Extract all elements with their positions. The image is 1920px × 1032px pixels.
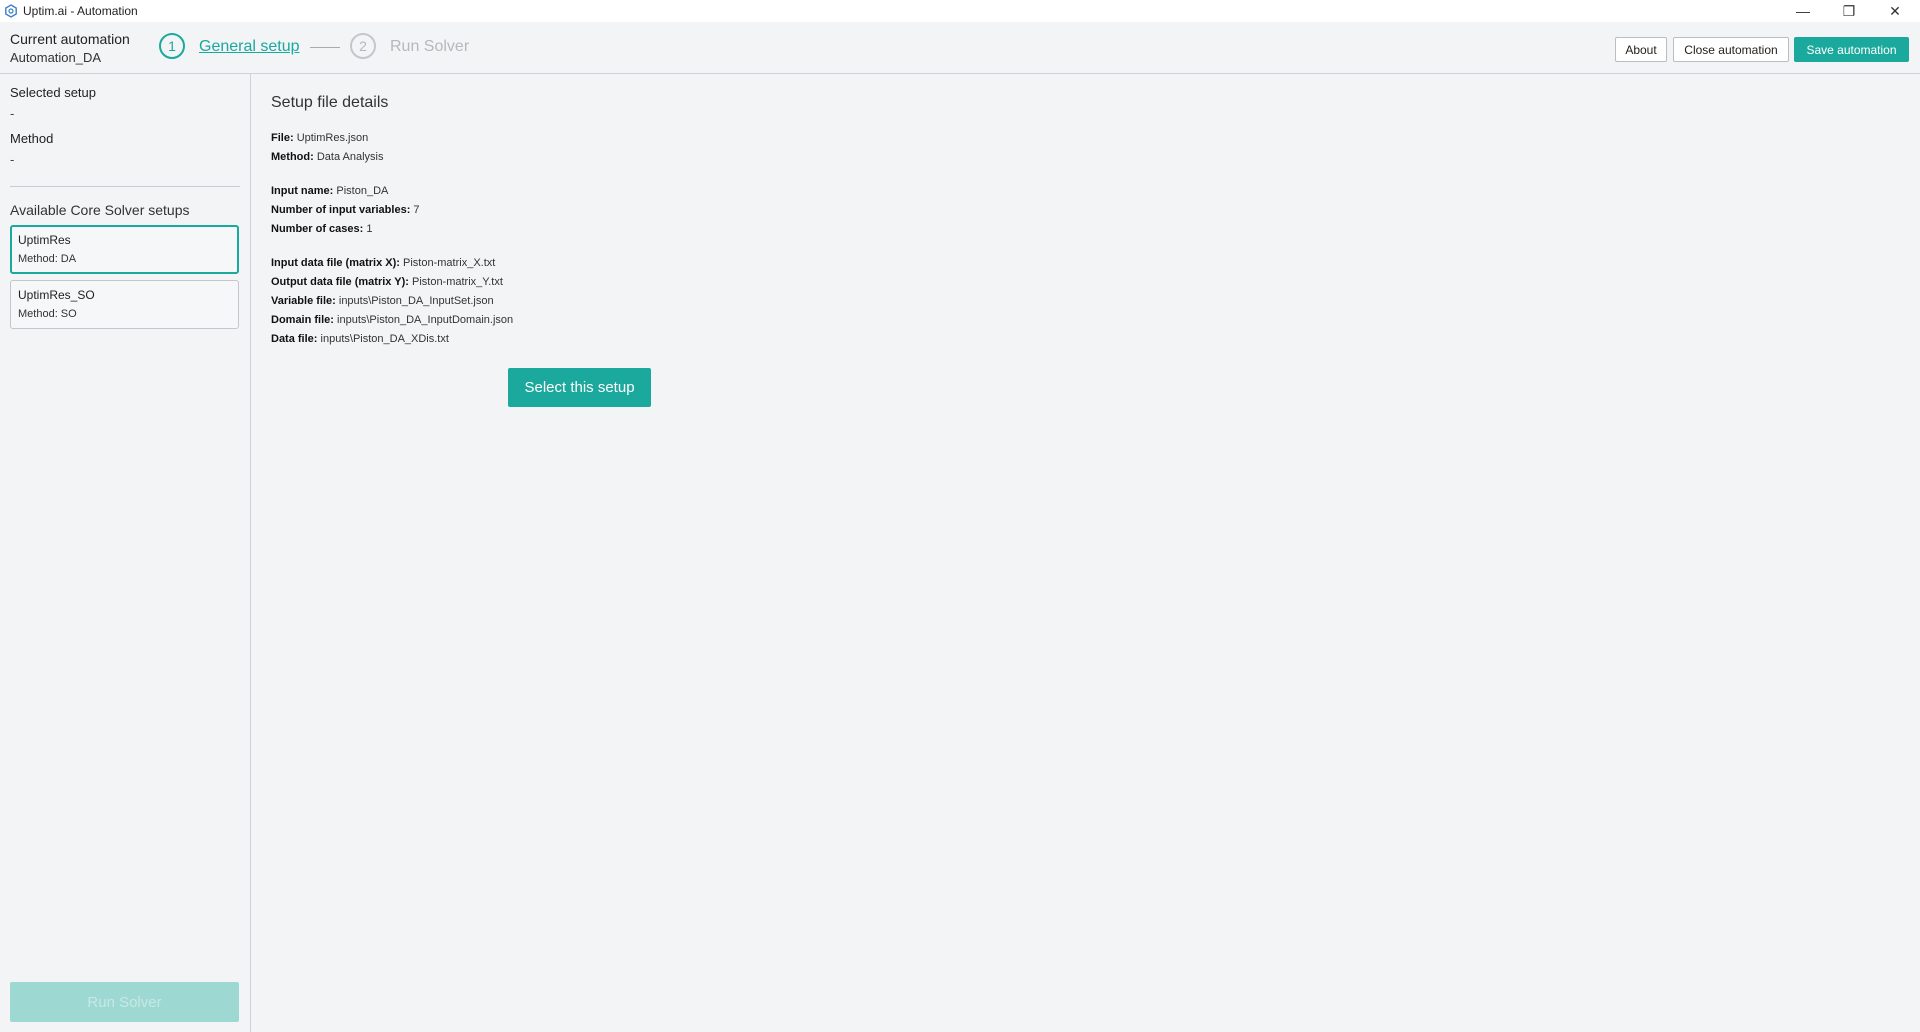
- detail-key: Input name:: [271, 185, 334, 197]
- detail-key: Number of cases:: [271, 223, 364, 235]
- detail-key: Domain file:: [271, 314, 334, 326]
- sidebar-divider: [10, 186, 240, 187]
- detail-value: 1: [366, 223, 373, 235]
- setup-details-title: Setup file details: [271, 94, 389, 111]
- step-general-setup[interactable]: General setup: [199, 38, 300, 56]
- restore-icon[interactable]: ❐: [1826, 0, 1872, 22]
- selected-setup-label: Selected setup: [10, 85, 97, 100]
- setup-card-uptimres-so[interactable]: UptimRes_SO Method: SO: [10, 280, 239, 329]
- detail-key: Number of input variables:: [271, 204, 411, 216]
- detail-value: inputs\Piston_DA_InputSet.json: [338, 295, 494, 307]
- close-automation-button[interactable]: Close automation: [1673, 37, 1789, 62]
- detail-file: File: UptimRes.json: [271, 132, 368, 144]
- available-setups-label: Available Core Solver setups: [10, 202, 190, 218]
- detail-data-file: Data file: inputs\Piston_DA_XDis.txt: [271, 333, 449, 345]
- setup-card-name: UptimRes_SO: [18, 288, 95, 302]
- setup-card-method: Method: SO: [18, 308, 77, 320]
- close-window-icon[interactable]: ✕: [1872, 0, 1918, 22]
- main-panel: Setup file details File: UptimRes.json M…: [251, 74, 1920, 1032]
- detail-value: 7: [413, 204, 420, 216]
- detail-value: UptimRes.json: [296, 132, 369, 144]
- minimize-icon[interactable]: —: [1780, 0, 1826, 22]
- app-header: Current automation Automation_DA 1 Gener…: [0, 22, 1920, 74]
- app-logo-icon: [5, 4, 17, 18]
- detail-input-data-file: Input data file (matrix X): Piston-matri…: [271, 257, 495, 269]
- method-value: -: [10, 152, 15, 167]
- detail-key: Variable file:: [271, 295, 336, 307]
- setup-card-uptimres[interactable]: UptimRes Method: DA: [10, 225, 239, 274]
- detail-key: Data file:: [271, 333, 318, 345]
- detail-key: Output data file (matrix Y):: [271, 276, 409, 288]
- select-setup-button[interactable]: Select this setup: [508, 368, 651, 407]
- step-run-solver: Run Solver: [390, 38, 470, 55]
- detail-input-name: Input name: Piston_DA: [271, 185, 388, 197]
- step-1-circle: 1: [159, 33, 185, 59]
- current-automation-label: Current automation: [10, 31, 130, 47]
- detail-key: Input data file (matrix X):: [271, 257, 400, 269]
- about-button[interactable]: About: [1615, 37, 1667, 62]
- detail-method: Method: Data Analysis: [271, 151, 383, 163]
- method-label: Method: [10, 131, 54, 146]
- detail-value: Piston_DA: [336, 185, 389, 197]
- detail-variable-file: Variable file: inputs\Piston_DA_InputSet…: [271, 295, 494, 307]
- setup-card-name: UptimRes: [18, 233, 71, 247]
- detail-value: inputs\Piston_DA_XDis.txt: [320, 333, 449, 345]
- selected-setup-value: -: [10, 106, 15, 121]
- step-2-circle: 2: [350, 33, 376, 59]
- window-title: Uptim.ai - Automation: [23, 4, 138, 18]
- detail-value: Piston-matrix_X.txt: [403, 257, 496, 269]
- detail-output-data-file: Output data file (matrix Y): Piston-matr…: [271, 276, 503, 288]
- current-automation-name: Automation_DA: [10, 50, 102, 65]
- detail-key: Method:: [271, 151, 314, 163]
- run-solver-button[interactable]: Run Solver: [10, 982, 239, 1022]
- detail-value: Piston-matrix_Y.txt: [411, 276, 503, 288]
- detail-value: inputs\Piston_DA_InputDomain.json: [337, 314, 514, 326]
- step-connector: [310, 47, 340, 48]
- detail-number-of-cases: Number of cases: 1: [271, 223, 373, 235]
- detail-domain-file: Domain file: inputs\Piston_DA_InputDomai…: [271, 314, 513, 326]
- save-automation-button[interactable]: Save automation: [1794, 37, 1909, 62]
- detail-key: File:: [271, 132, 294, 144]
- detail-value: Data Analysis: [316, 151, 384, 163]
- sidebar: Selected setup - Method - Available Core…: [0, 74, 251, 1032]
- setup-card-method: Method: DA: [18, 253, 77, 265]
- title-bar: Uptim.ai - Automation — ❐ ✕: [0, 0, 1920, 22]
- detail-input-variables: Number of input variables: 7: [271, 204, 420, 216]
